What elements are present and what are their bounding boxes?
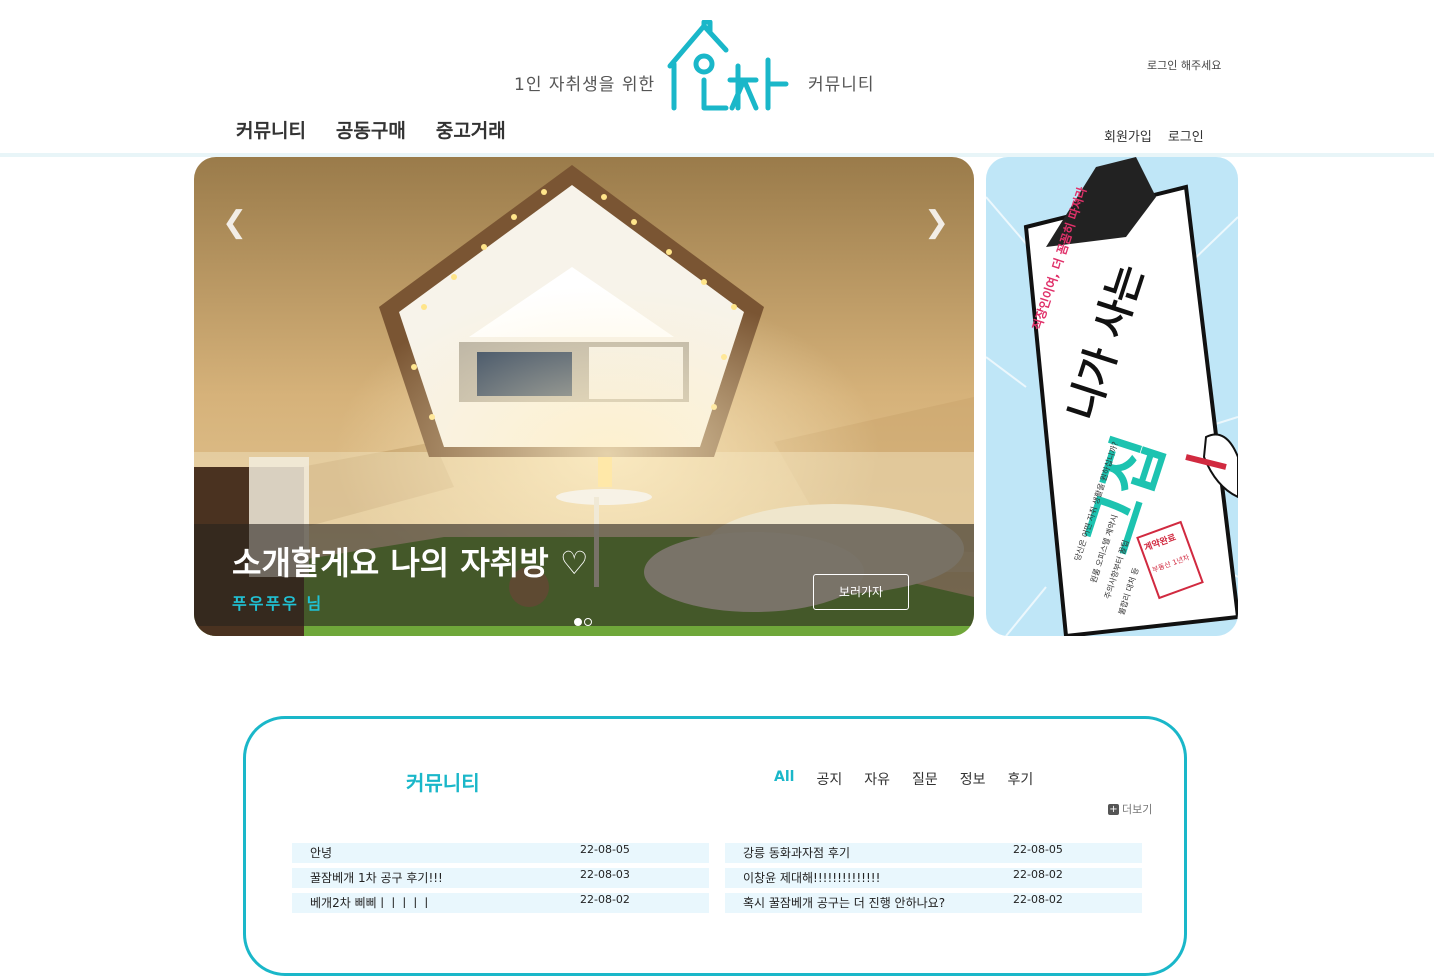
logo-community-label: 커뮤니티 [808, 75, 875, 95]
hero-carousel[interactable]: ❮ ❯ 소개할게요 나의 자취방 ♡ 푸우푸우 님 보러가자 [194, 157, 974, 636]
post-list-left: 안녕 22-08-05 꿀잠베개 1차 공구 후기!!! 22-08-03 베개… [292, 843, 709, 918]
post-title: 혹시 꿀잠베개 공구는 더 진행 안하나요? [743, 896, 946, 910]
tab-question[interactable]: 질문 [912, 769, 938, 789]
post-title: 강릉 동화과자점 후기 [743, 846, 850, 860]
post-date: 22-08-03 [580, 868, 630, 881]
hero-author: 푸우푸우 님 [232, 594, 324, 613]
main-nav: 커뮤니티 공동구매 중고거래 [236, 116, 506, 143]
carousel-dot-1[interactable] [574, 618, 582, 626]
list-item[interactable]: 안녕 22-08-05 [292, 843, 709, 863]
plus-icon: + [1108, 803, 1119, 815]
post-title: 꿀잠베개 1차 공구 후기!!! [310, 871, 443, 885]
post-title: 이창윤 제대해!!!!!!!!!!!!!! [743, 871, 881, 885]
post-date: 22-08-05 [580, 843, 630, 856]
nav-used-trade[interactable]: 중고거래 [436, 116, 506, 143]
post-title: 안녕 [310, 846, 333, 860]
list-item[interactable]: 혹시 꿀잠베개 공구는 더 진행 안하나요? 22-08-02 [725, 893, 1142, 913]
list-item[interactable]: 베개2차 삐삐ㅣㅣㅣㅣㅣ 22-08-02 [292, 893, 709, 913]
post-date: 22-08-02 [1013, 893, 1063, 906]
chevron-left-icon[interactable]: ❮ [222, 205, 247, 240]
nav-group-buy[interactable]: 공동구매 [336, 116, 406, 143]
ad-stamp-sub: 부동산 1년차 [1151, 553, 1191, 575]
board-title: 커뮤니티 [406, 771, 480, 795]
carousel-dot-2[interactable] [584, 618, 592, 626]
view-more-button[interactable]: 보러가자 [813, 574, 909, 610]
post-list-right: 강릉 동화과자점 후기 22-08-05 이창윤 제대해!!!!!!!!!!!!… [725, 843, 1142, 918]
more-label: 더보기 [1122, 803, 1153, 816]
post-date: 22-08-02 [1013, 868, 1063, 881]
post-date: 22-08-02 [580, 893, 630, 906]
site-header: 1인 자취생을 위한 커뮤니티 로그인 해주세요 커뮤니티 공동구매 중고거래 … [0, 0, 1434, 153]
more-button[interactable]: + 더보기 [1108, 801, 1152, 817]
list-item[interactable]: 꿀잠베개 1차 공구 후기!!! 22-08-03 [292, 868, 709, 888]
board-tabs: All 공지 자유 질문 정보 후기 [774, 769, 1033, 789]
tab-review[interactable]: 후기 [1008, 769, 1034, 789]
tab-notice[interactable]: 공지 [816, 769, 842, 789]
list-item[interactable]: 강릉 동화과자점 후기 22-08-05 [725, 843, 1142, 863]
ad-banner[interactable]: 직장인이여, 더 꼼꼼히 따져라 니가 사는 그집 당신은 어떤 자취 생활을 … [986, 157, 1238, 636]
signup-link[interactable]: 회원가입 [1104, 126, 1152, 145]
tab-info[interactable]: 정보 [960, 769, 986, 789]
hero-title: 소개할게요 나의 자취방 ♡ [232, 544, 589, 582]
ad-stamp-text: 계약완료 [1142, 532, 1178, 554]
nav-community[interactable]: 커뮤니티 [236, 116, 306, 143]
carousel-indicator [574, 618, 592, 626]
post-date: 22-08-05 [1013, 843, 1063, 856]
community-board: 커뮤니티 All 공지 자유 질문 정보 후기 + 더보기 안녕 22-08-0… [243, 716, 1187, 976]
tab-all[interactable]: All [774, 769, 794, 789]
house-logo-icon[interactable] [664, 20, 794, 115]
chevron-right-icon[interactable]: ❯ [924, 205, 949, 240]
login-link[interactable]: 로그인 [1168, 126, 1204, 145]
login-hint: 로그인 해주세요 [1147, 59, 1222, 72]
hero-caption: 소개할게요 나의 자취방 ♡ 푸우푸우 님 보러가자 [194, 524, 974, 626]
post-title: 베개2차 삐삐ㅣㅣㅣㅣㅣ [310, 896, 432, 910]
logo-tagline: 1인 자취생을 위한 [514, 75, 656, 95]
tab-free[interactable]: 자유 [864, 769, 890, 789]
list-item[interactable]: 이창윤 제대해!!!!!!!!!!!!!! 22-08-02 [725, 868, 1142, 888]
user-menu: 회원가입 로그인 [1104, 126, 1204, 145]
